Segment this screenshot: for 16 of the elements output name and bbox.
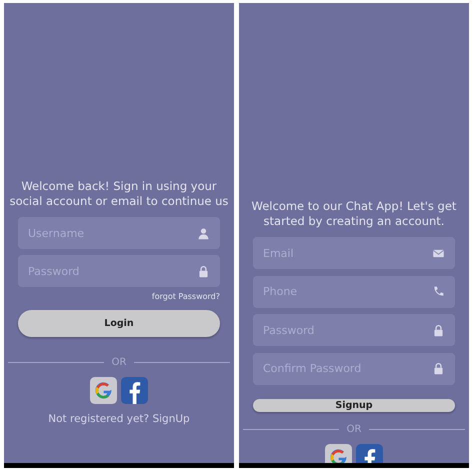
lock-icon bbox=[432, 324, 445, 336]
login-button[interactable]: Login bbox=[18, 310, 220, 337]
facebook-icon[interactable] bbox=[121, 377, 148, 404]
google-icon[interactable] bbox=[90, 377, 117, 404]
lock-icon bbox=[432, 362, 445, 375]
user-icon bbox=[197, 226, 210, 240]
phone-icon bbox=[432, 285, 445, 298]
welcome-text: Welcome to our Chat App! Let's get started by creating an account. bbox=[250, 199, 458, 229]
signup-button[interactable]: Signup bbox=[253, 399, 455, 412]
google-icon[interactable] bbox=[325, 444, 352, 463]
facebook-icon[interactable] bbox=[356, 444, 383, 463]
forgot-password-link[interactable]: forgot Password? bbox=[152, 292, 220, 301]
welcome-text: Welcome back! Sign in using your social account or email to continue us bbox=[8, 179, 230, 209]
divider-text: OR bbox=[346, 424, 362, 435]
divider-text: OR bbox=[112, 357, 126, 368]
lock-icon bbox=[197, 264, 210, 278]
